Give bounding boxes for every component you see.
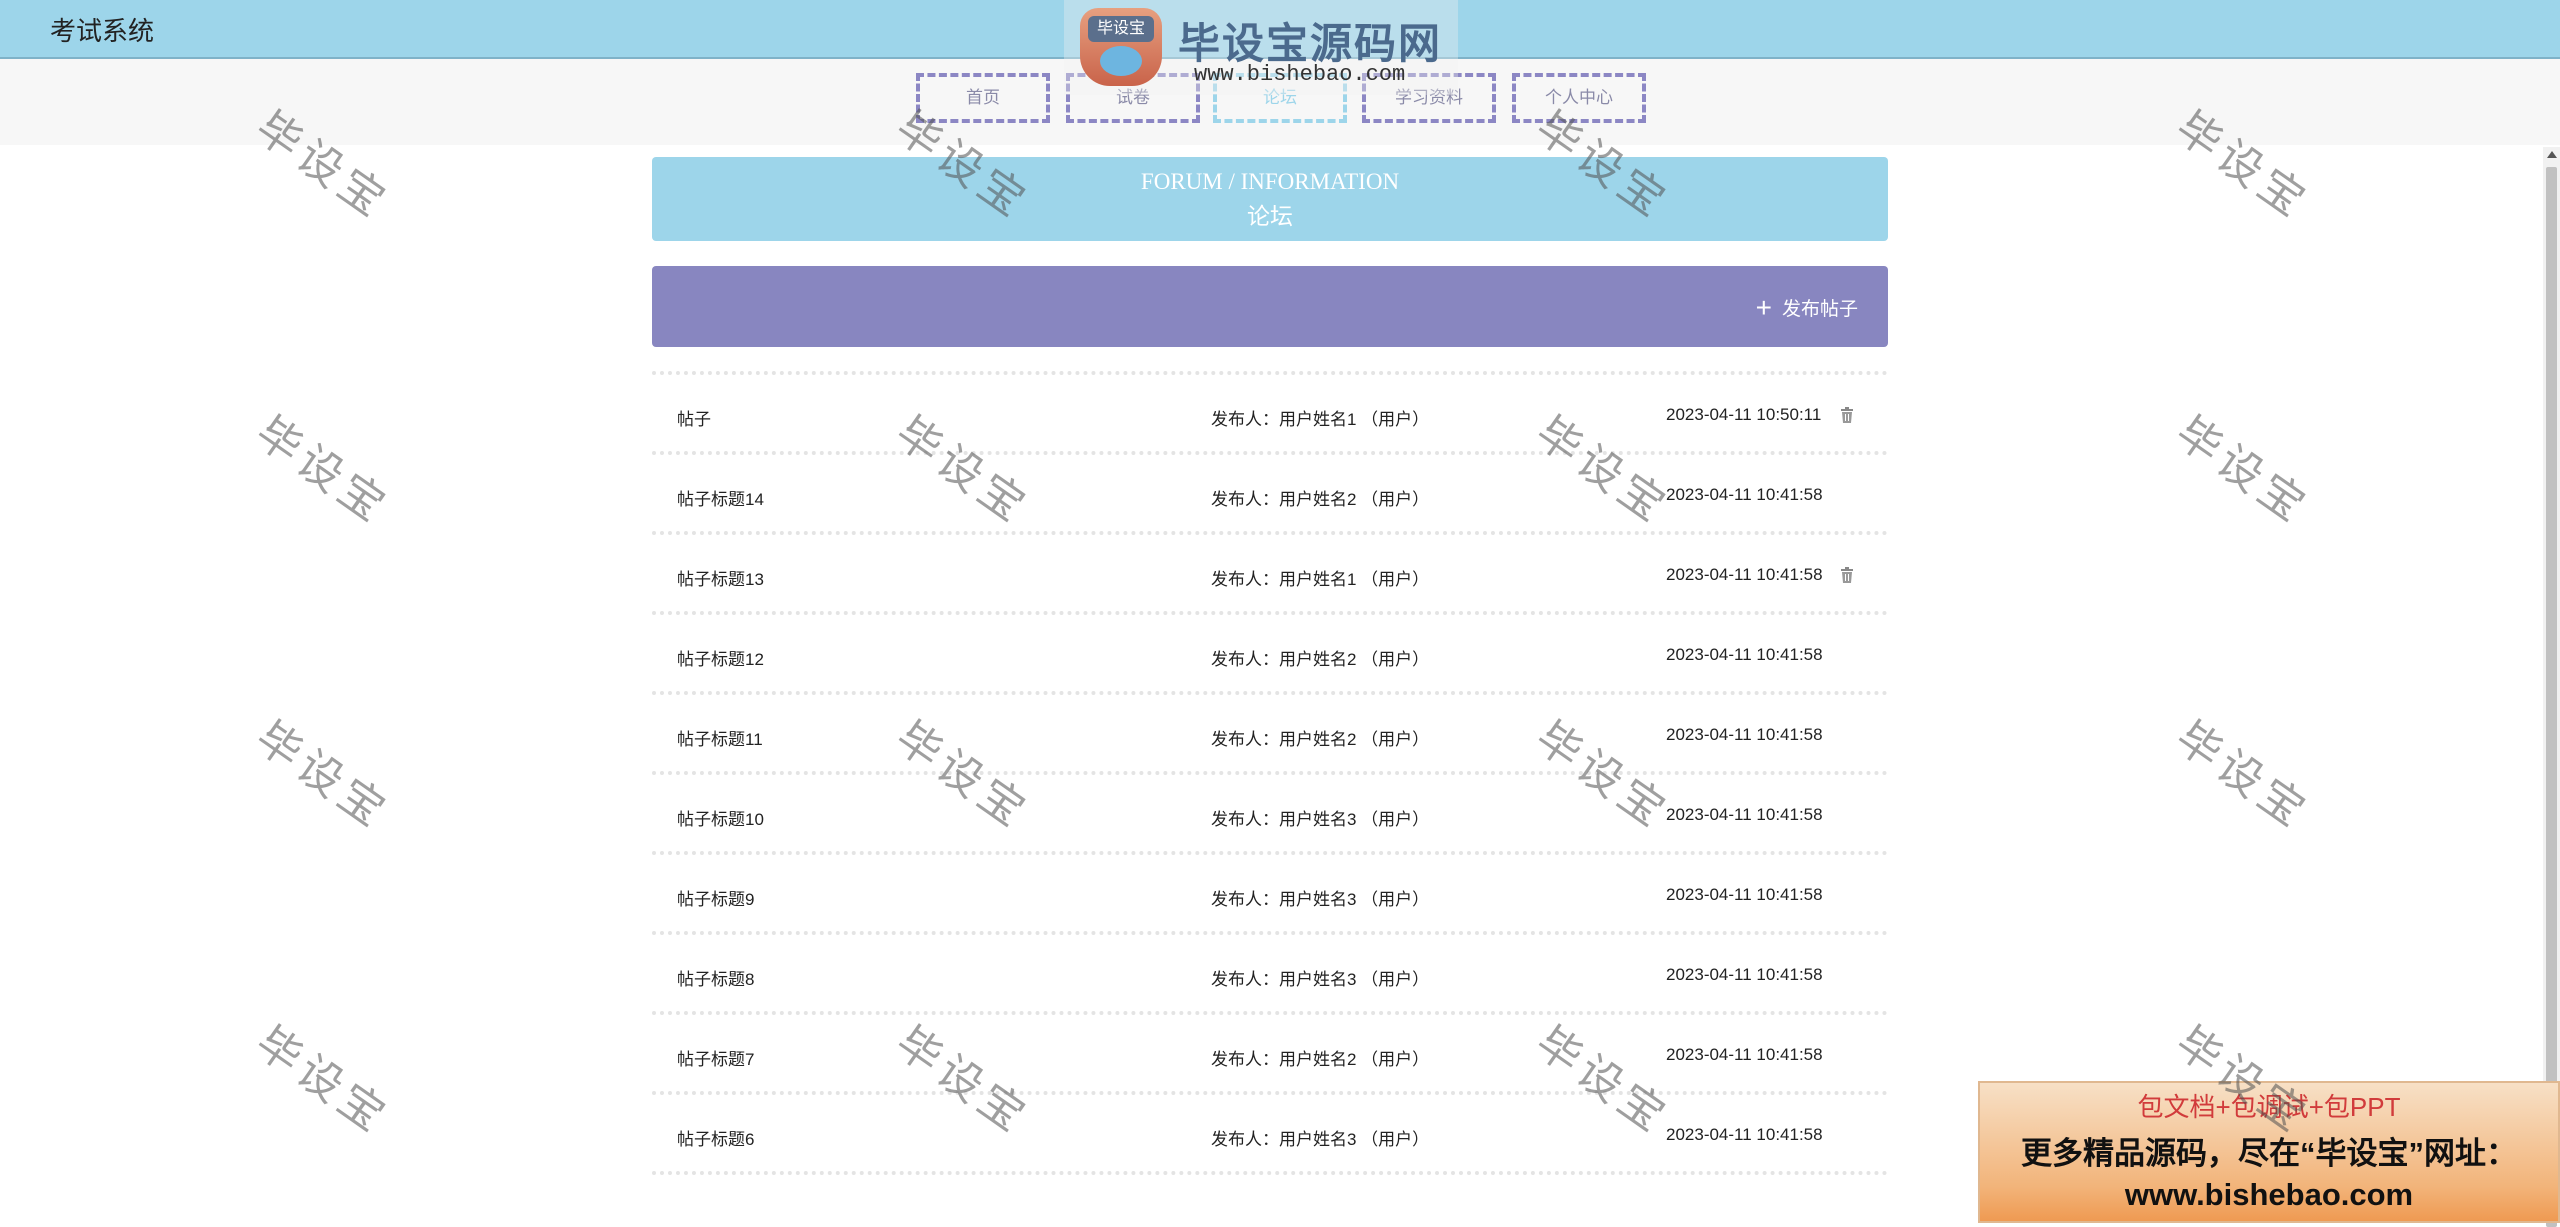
logo-url-text: www.bishebao.com <box>1194 62 1406 87</box>
post-time: 2023-04-11 10:41:58 <box>1666 805 1823 824</box>
post-title[interactable]: 帖子标题9 <box>677 885 754 910</box>
post-title[interactable]: 帖子标题7 <box>677 1045 754 1070</box>
nav-item-personal-center[interactable]: 个人中心 <box>1512 73 1646 123</box>
watermark-text: 毕设宝 <box>2166 406 2319 535</box>
watermark-text: 毕设宝 <box>246 711 399 840</box>
post-author: 发布人：用户姓名3 （用户） <box>1211 810 1430 829</box>
scroll-up-arrow-icon[interactable] <box>2547 151 2557 158</box>
post-time: 2023-04-11 10:41:58 <box>1666 965 1823 984</box>
publish-post-label: 发布帖子 <box>1781 299 1858 320</box>
post-author: 发布人：用户姓名1 （用户） <box>1211 570 1430 589</box>
post-row[interactable]: 帖子标题13 发布人：用户姓名1 （用户） 2023-04-11 10:41:58 <box>652 535 1888 615</box>
app-title: 考试系统 <box>50 16 155 46</box>
post-title[interactable]: 帖子标题11 <box>677 725 763 750</box>
post-title[interactable]: 帖子 <box>677 405 711 430</box>
post-row[interactable]: 帖子标题8 发布人：用户姓名3 （用户） 2023-04-11 10:41:58 <box>652 935 1888 1015</box>
scroll-thumb[interactable] <box>2546 167 2557 1227</box>
post-time: 2023-04-11 10:41:58 <box>1666 645 1823 664</box>
post-row[interactable]: 帖子标题7 发布人：用户姓名2 （用户） 2023-04-11 10:41:58 <box>652 1015 1888 1095</box>
promo-url: www.bishebao.com <box>2124 1177 2414 1212</box>
post-author: 发布人：用户姓名3 （用户） <box>1211 1130 1430 1149</box>
promo-line-2: 更多精品源码，尽在“毕设宝”网址： <box>2021 1136 2517 1171</box>
post-title[interactable]: 帖子标题6 <box>677 1125 754 1150</box>
post-author: 发布人：用户姓名3 （用户） <box>1211 890 1430 909</box>
publish-post-button[interactable]: + 发布帖子 <box>1755 291 1858 323</box>
post-time: 2023-04-11 10:41:58 <box>1666 485 1823 504</box>
post-time: 2023-04-11 10:41:58 <box>1666 885 1823 904</box>
post-list: 帖子 发布人：用户姓名1 （用户） 2023-04-11 10:50:11 帖子标题1… <box>652 371 1888 1175</box>
post-author: 发布人：用户姓名1 （用户） <box>1211 410 1430 429</box>
post-row[interactable]: 帖子标题14 发布人：用户姓名2 （用户） 2023-04-11 10:41:58 <box>652 455 1888 535</box>
forum-banner: FORUM / INFORMATION 论坛 <box>652 157 1888 241</box>
promo-banner[interactable]: 包文档+包调试+包PPT 更多精品源码，尽在“毕设宝”网址： www.bishe… <box>1978 1081 2560 1223</box>
post-title[interactable]: 帖子标题10 <box>677 805 764 830</box>
logo-badge-text: 毕设宝 <box>1088 16 1154 42</box>
post-row[interactable]: 帖子标题6 发布人：用户姓名3 （用户） 2023-04-11 10:41:58 <box>652 1095 1888 1175</box>
trash-icon[interactable] <box>1840 407 1854 423</box>
post-author: 发布人：用户姓名2 （用户） <box>1211 730 1430 749</box>
watermark-text: 毕设宝 <box>246 1016 399 1145</box>
site-logo-watermark: 毕设宝 毕设宝源码网 www.bishebao.com <box>1064 0 1458 95</box>
post-author: 发布人：用户姓名2 （用户） <box>1211 1050 1430 1069</box>
trash-icon[interactable] <box>1840 567 1854 583</box>
post-row[interactable]: 帖子标题9 发布人：用户姓名3 （用户） 2023-04-11 10:41:58 <box>652 855 1888 935</box>
post-title[interactable]: 帖子标题13 <box>677 565 764 590</box>
post-time: 2023-04-11 10:41:58 <box>1666 1045 1823 1064</box>
page-scrollbar[interactable] <box>2543 147 2560 1227</box>
post-title[interactable]: 帖子标题14 <box>677 485 764 510</box>
post-row[interactable]: 帖子 发布人：用户姓名1 （用户） 2023-04-11 10:50:11 <box>652 375 1888 455</box>
post-time: 2023-04-11 10:41:58 <box>1666 565 1823 584</box>
post-author: 发布人：用户姓名2 （用户） <box>1211 650 1430 669</box>
forum-toolbar: + 发布帖子 <box>652 266 1888 347</box>
plus-icon: + <box>1755 291 1772 323</box>
banner-title-en: FORUM / INFORMATION <box>1140 169 1400 194</box>
post-author: 发布人：用户姓名2 （用户） <box>1211 490 1430 509</box>
post-title[interactable]: 帖子标题8 <box>677 965 754 990</box>
logo-badge-icon: 毕设宝 <box>1080 8 1162 86</box>
post-time: 2023-04-11 10:41:58 <box>1666 725 1823 744</box>
post-time: 2023-04-11 10:41:58 <box>1666 1125 1823 1144</box>
watermark-text: 毕设宝 <box>2166 711 2319 840</box>
logo-face-icon <box>1100 46 1142 76</box>
post-title[interactable]: 帖子标题12 <box>677 645 764 670</box>
post-author: 发布人：用户姓名3 （用户） <box>1211 970 1430 989</box>
watermark-text: 毕设宝 <box>246 406 399 535</box>
nav-item-home[interactable]: 首页 <box>916 73 1050 123</box>
post-row[interactable]: 帖子标题11 发布人：用户姓名2 （用户） 2023-04-11 10:41:58 <box>652 695 1888 775</box>
promo-line-1: 包文档+包调试+包PPT <box>2137 1092 2401 1122</box>
post-row[interactable]: 帖子标题10 发布人：用户姓名3 （用户） 2023-04-11 10:41:58 <box>652 775 1888 855</box>
banner-title-cn: 论坛 <box>1247 204 1293 229</box>
post-time: 2023-04-11 10:50:11 <box>1666 405 1822 424</box>
post-row[interactable]: 帖子标题12 发布人：用户姓名2 （用户） 2023-04-11 10:41:58 <box>652 615 1888 695</box>
